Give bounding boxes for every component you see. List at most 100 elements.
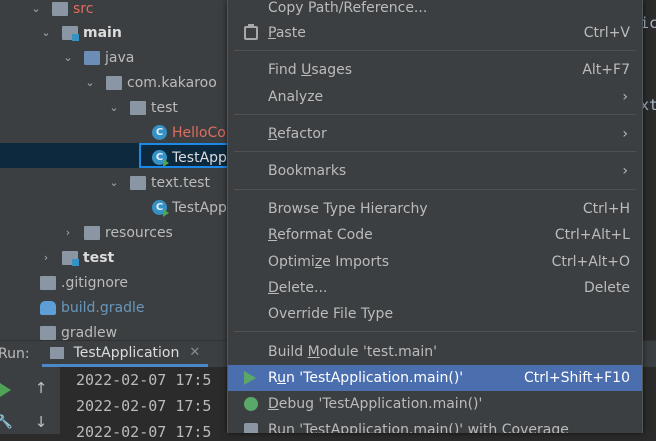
package-icon	[130, 175, 146, 190]
menu-item-label: Refactor	[268, 126, 327, 142]
menu-shortcut: Alt+F7	[582, 62, 630, 78]
folder-icon	[52, 1, 68, 16]
tree-item-testapplication-class-2[interactable]: C TestApp	[0, 195, 235, 220]
file-icon	[40, 275, 56, 290]
package-icon	[106, 75, 122, 90]
source-folder-icon	[84, 50, 100, 65]
menu-item-label: Bookmarks	[268, 163, 347, 179]
tree-item-label: java	[105, 49, 135, 66]
menu-item-debug[interactable]: Debug 'TestApplication.main()'	[228, 391, 642, 417]
chevron-right-icon: ›	[622, 126, 628, 142]
menu-item-label: Run 'TestApplication.main()'	[268, 370, 464, 386]
menu-item-label: Paste	[268, 25, 306, 41]
run-tab-testapplication[interactable]: TestApplication ✕	[41, 341, 209, 367]
terminal-file-icon	[40, 325, 56, 340]
chevron-right-icon: ›	[622, 163, 628, 179]
run-toolbar: ↑ 🔧 ↓	[0, 367, 60, 434]
tree-item-label: HelloCo	[172, 124, 226, 141]
chevron-down-icon[interactable]: ⌄	[0, 26, 52, 39]
tree-item-package-com-kakaroo[interactable]: ⌄ com.kakaroo	[0, 70, 235, 95]
menu-item-reformat-code[interactable]: Reformat Code Ctrl+Alt+L	[228, 222, 642, 248]
menu-shortcut: Delete	[584, 280, 630, 296]
tree-item-label: com.kakaroo	[127, 74, 217, 91]
menu-separator	[234, 50, 636, 51]
tree-item-resources[interactable]: › resources	[0, 220, 235, 245]
chevron-down-icon[interactable]: ⌄	[0, 176, 120, 189]
tree-item-package-test[interactable]: ⌄ test	[0, 95, 235, 120]
package-icon	[130, 100, 146, 115]
menu-item-label: Optimize Imports	[268, 254, 389, 270]
menu-separator	[234, 189, 636, 190]
menu-shortcut: Ctrl+Alt+O	[551, 254, 630, 270]
settings-button[interactable]: 🔧	[0, 411, 16, 433]
chevron-down-icon[interactable]: ⌄	[0, 76, 96, 89]
menu-shortcut: Ctrl+V	[583, 25, 630, 41]
menu-separator	[234, 114, 636, 115]
scroll-down-button[interactable]: ↓	[30, 411, 52, 433]
menu-item-delete[interactable]: Delete... Delete	[228, 275, 642, 301]
tree-item-label: .gitignore	[61, 274, 128, 291]
console-line: 2022-02-07 17:5	[76, 423, 212, 441]
menu-separator	[234, 331, 636, 332]
chevron-down-icon[interactable]: ⌄	[0, 101, 120, 114]
tree-item-main[interactable]: ⌄ main	[0, 20, 235, 45]
tree-item-build-gradle[interactable]: build.gradle	[0, 295, 235, 320]
gradle-icon	[40, 300, 56, 315]
menu-item-label: Find Usages	[268, 62, 353, 78]
rerun-button[interactable]	[0, 379, 16, 401]
coverage-icon	[244, 423, 258, 433]
tree-item-label: build.gradle	[61, 299, 145, 316]
menu-shortcut: Ctrl+H	[582, 201, 630, 217]
menu-item-find-usages[interactable]: Find Usages Alt+F7	[228, 57, 642, 83]
menu-item-override-file-type[interactable]: Override File Type	[228, 301, 642, 327]
tree-item-helloco-class[interactable]: C HelloCo	[0, 120, 235, 145]
tree-item-java[interactable]: ⌄ java	[0, 45, 235, 70]
runnable-class-icon: C	[152, 200, 169, 217]
project-tree[interactable]: ⌄ src ⌄ main ⌄ java ⌄ com.kakaroo ⌄ test…	[0, 0, 235, 340]
tree-item-label: main	[83, 24, 122, 41]
menu-item-run-with-coverage[interactable]: Run 'TestApplication.main()' with Covera…	[228, 417, 642, 433]
folder-icon	[62, 250, 79, 266]
menu-item-browse-type-hierarchy[interactable]: Browse Type Hierarchy Ctrl+H	[228, 196, 642, 222]
tree-item-test-module[interactable]: › test	[0, 245, 235, 270]
scroll-up-button[interactable]: ↑	[30, 377, 52, 399]
menu-shortcut: Ctrl+Shift+F10	[523, 370, 630, 386]
tree-item-package-text-test[interactable]: ⌄ text.test	[0, 170, 235, 195]
class-icon: C	[152, 125, 167, 140]
tree-item-gitignore[interactable]: .gitignore	[0, 270, 235, 295]
console-line: 2022-02-07 17:5	[76, 397, 212, 415]
console-line: 2022-02-07 17:5	[76, 371, 212, 389]
menu-item-optimize-imports[interactable]: Optimize Imports Ctrl+Alt+O	[228, 249, 642, 275]
tree-item-label: resources	[105, 224, 173, 241]
menu-item-run[interactable]: Run 'TestApplication.main()' Ctrl+Shift+…	[228, 365, 642, 391]
wrench-icon: 🔧	[0, 414, 14, 430]
menu-item-paste[interactable]: Paste Ctrl+V	[228, 20, 642, 46]
tree-item-src[interactable]: ⌄ src	[0, 0, 235, 21]
menu-separator	[234, 151, 636, 152]
paste-icon	[244, 24, 258, 40]
menu-shortcut: Ctrl+Alt+L	[554, 227, 630, 243]
arrow-down-icon: ↓	[34, 413, 48, 431]
debug-bug-icon	[244, 397, 258, 411]
menu-item-label: Delete...	[268, 280, 328, 296]
menu-item-label: Analyze	[268, 89, 324, 105]
menu-item-build-module[interactable]: Build Module 'test.main'	[228, 339, 642, 365]
chevron-right-icon[interactable]: ›	[0, 226, 74, 239]
chevron-down-icon[interactable]: ⌄	[0, 2, 42, 15]
menu-item-label: Reformat Code	[268, 227, 373, 243]
menu-item-label: Override File Type	[268, 306, 394, 322]
folder-icon	[62, 25, 79, 41]
play-icon	[0, 383, 11, 397]
menu-item-analyze[interactable]: Analyze ›	[228, 84, 642, 110]
tree-item-gradlew[interactable]: gradlew	[0, 320, 235, 340]
tree-item-label: test	[151, 99, 178, 116]
chevron-down-icon[interactable]: ⌄	[0, 51, 74, 64]
chevron-right-icon[interactable]: ›	[0, 251, 52, 264]
resources-folder-icon	[84, 225, 100, 240]
run-icon	[244, 371, 256, 385]
menu-item-bookmarks[interactable]: Bookmarks ›	[228, 158, 642, 184]
close-icon[interactable]: ✕	[189, 345, 200, 360]
tree-item-label: src	[73, 0, 94, 17]
menu-item-copy-path[interactable]: Copy Path/Reference...	[228, 0, 642, 21]
menu-item-refactor[interactable]: Refactor ›	[228, 121, 642, 147]
